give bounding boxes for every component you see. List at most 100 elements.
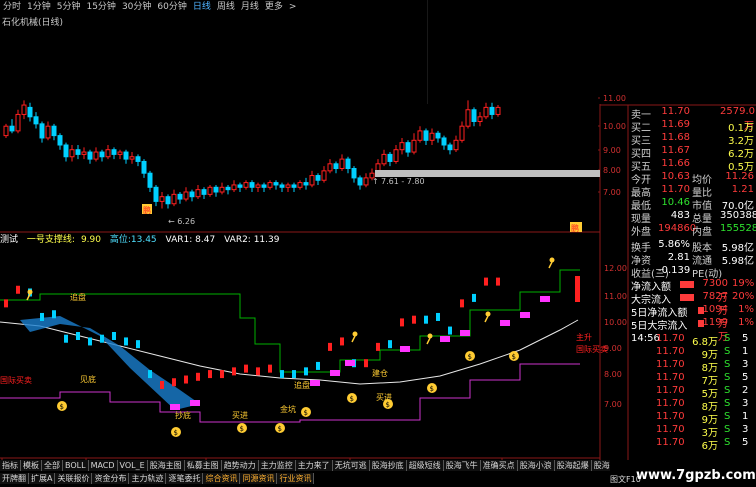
candle-body xyxy=(285,184,291,188)
tabs_row2-tab-7[interactable]: 同源资讯 xyxy=(240,473,278,484)
indicator-axis-label: 12.00 xyxy=(604,264,627,273)
signal-bar xyxy=(170,404,180,410)
tabs_row2-tab-4[interactable]: 主力轨迹 xyxy=(129,473,167,484)
stat-value: 2.81 xyxy=(667,252,690,263)
candle-body xyxy=(57,135,63,146)
indicator-bar xyxy=(136,340,140,349)
stat-value: 155528 xyxy=(720,223,756,234)
indicator-bar xyxy=(4,299,8,308)
tabs_row2-tab-8[interactable]: 行业资讯 xyxy=(277,473,315,484)
candle-body xyxy=(303,182,309,186)
runner-leg xyxy=(548,261,553,269)
stat-value: 350388 xyxy=(720,210,756,221)
candle-body xyxy=(429,132,435,141)
candle-body xyxy=(267,182,273,188)
stat-value: 10.46 xyxy=(661,197,690,208)
candle-body xyxy=(333,163,339,170)
candle-body xyxy=(351,168,357,179)
candle-body xyxy=(417,130,423,141)
up-arrow-label: ↑ xyxy=(372,177,379,186)
signal-bar xyxy=(460,330,470,336)
candle-body xyxy=(279,184,285,188)
tabs_row1-tab-2[interactable]: 全部 xyxy=(42,460,63,471)
tick-row: 11.70 8万 S 3 xyxy=(628,359,756,374)
indicator-bar xyxy=(148,370,152,379)
indicator-bar xyxy=(364,359,368,368)
indicator-bar xyxy=(88,337,92,346)
candle-body xyxy=(183,191,189,200)
tabs_row2-tab-2[interactable]: 关联报价 xyxy=(55,473,93,484)
candle-body xyxy=(315,175,321,181)
tabs_row1-tab-13[interactable]: 超级短线 xyxy=(406,460,444,471)
tabs_row1-tab-9[interactable]: 主力监控 xyxy=(258,460,296,471)
tabs_row1-tab-5[interactable]: VOL_E xyxy=(117,460,148,471)
tick-price: 11.70 xyxy=(656,437,685,448)
indicator-bar xyxy=(304,367,308,376)
tick-side: S xyxy=(724,437,731,448)
blank-area xyxy=(428,0,756,104)
indicator-bar xyxy=(16,285,20,294)
tabs_row1-tab-10[interactable]: 主力来了 xyxy=(295,460,333,471)
candle-body xyxy=(189,191,195,198)
candle-body xyxy=(27,106,33,118)
tabs_row2-tab-1[interactable]: 扩展A xyxy=(29,473,56,484)
tabs_row2-tab-3[interactable]: 资金分布 xyxy=(92,473,130,484)
candle-body xyxy=(465,109,471,127)
candle-body xyxy=(159,196,165,202)
indicator-bar xyxy=(412,315,416,324)
tabs_row2-tab-6[interactable]: 综合资讯 xyxy=(203,473,241,484)
bottom-signal: 见底 xyxy=(80,374,96,384)
tabs_row1-tab-14[interactable]: 股海飞牛 xyxy=(443,460,481,471)
book-price: 11.69 xyxy=(661,119,690,130)
tabs_row1-tab-11[interactable]: 无坑可逃 xyxy=(332,460,370,471)
indicator-bar xyxy=(316,361,320,370)
stat-row: 今开 10.63 均价 11.26 xyxy=(628,171,756,186)
flow-pct: 19% xyxy=(732,278,755,289)
candle-body xyxy=(93,151,99,160)
indicator-bar xyxy=(112,332,116,340)
tabs_row2-tab-5[interactable]: 逐笔委托 xyxy=(166,473,204,484)
candle-body xyxy=(165,196,171,205)
indicator-bar xyxy=(328,342,332,351)
tabs_row1-tab-7[interactable]: 私募主图 xyxy=(184,460,222,471)
runner-icon xyxy=(427,333,433,339)
stat-value: 5.86% xyxy=(658,239,690,250)
indicator-bar xyxy=(52,310,56,319)
candle-body xyxy=(237,184,243,188)
tick-count: 3 xyxy=(742,398,749,409)
tick-row: 11.70 7万 S 5 xyxy=(628,372,756,387)
indicator-bar xyxy=(424,315,428,324)
tick-price: 11.70 xyxy=(656,372,685,383)
tabs_row1-tab-1[interactable]: 模板 xyxy=(21,460,42,471)
book-row: 买二 11.69 0.1万 xyxy=(628,119,756,134)
candle-body xyxy=(447,144,453,151)
indicator-bar xyxy=(40,312,44,321)
tabs_row1-tab-12[interactable]: 股海抄底 xyxy=(369,460,407,471)
tabs_row1-tab-15[interactable]: 准确买点 xyxy=(480,460,518,471)
candle-body xyxy=(69,149,75,158)
watermark-text: www.7gpzb.com xyxy=(636,468,756,483)
tabs_row1-tab-16[interactable]: 股海小浪 xyxy=(517,460,555,471)
tabs_row1-tab-8[interactable]: 趋势动力 xyxy=(221,460,259,471)
stat-row: 最低 10.46 市值 70.0亿 xyxy=(628,197,756,212)
tick-side: S xyxy=(724,346,731,357)
tick-row: 11.70 9万 S 1 xyxy=(628,346,756,361)
runner-leg xyxy=(351,335,356,343)
candle-body xyxy=(195,189,201,198)
signal-spike xyxy=(575,276,580,302)
stat-value: 483 xyxy=(670,210,690,221)
tabs_row1-tab-6[interactable]: 股海主图 xyxy=(147,460,185,471)
indicator-name[interactable]: 测试 xyxy=(0,235,18,245)
tabs_row1-tab-0[interactable]: 指标 xyxy=(0,460,21,471)
money-sign: $ xyxy=(386,401,390,409)
flow-row: 5日净流入额 1094万 1% xyxy=(628,304,756,330)
tabs_row1-tab-18[interactable]: 股海波段 xyxy=(591,460,610,471)
candle-body xyxy=(435,132,441,139)
tick-price: 11.70 xyxy=(656,359,685,370)
indicator-bar xyxy=(400,318,404,327)
tabs_row1-tab-3[interactable]: BOLL xyxy=(63,460,89,471)
tabs_row2-tab-0[interactable]: 开牌翻 xyxy=(0,473,29,484)
tabs_row1-tab-17[interactable]: 股海起爆 xyxy=(554,460,592,471)
tabs_row1-tab-4[interactable]: MACD xyxy=(88,460,118,471)
flow-bar xyxy=(680,281,694,288)
